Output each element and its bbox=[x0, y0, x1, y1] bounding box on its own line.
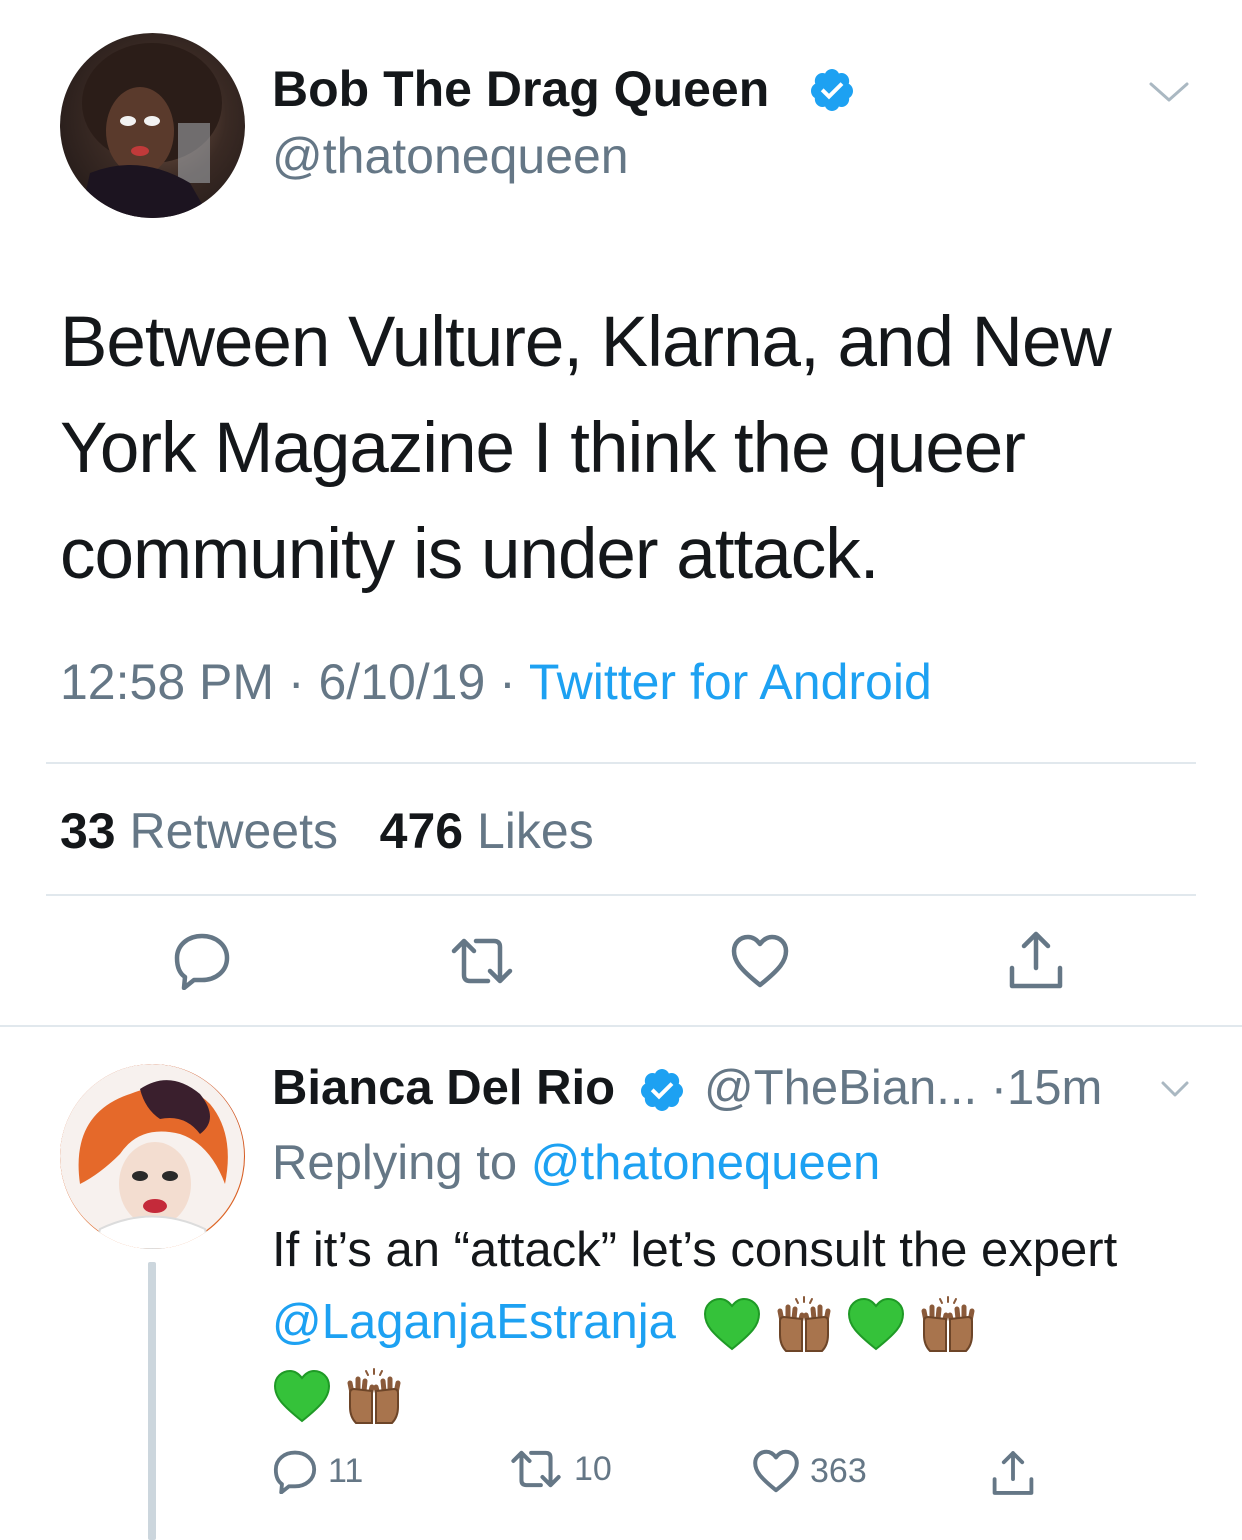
verified-badge-icon bbox=[640, 1069, 683, 1111]
avatar-bianca-del-rio[interactable] bbox=[60, 1064, 245, 1249]
tweet-meta: 12:58 PM · 6/10/19 · Twitter for Android bbox=[60, 653, 932, 711]
tweet-text: Between Vulture, Klarna, and New York Ma… bbox=[60, 303, 1112, 594]
reply-like-button[interactable]: 363 bbox=[752, 1448, 867, 1494]
green-heart-icon bbox=[703, 1298, 760, 1351]
reply-handle-time[interactable]: @TheBian... ·15m bbox=[704, 1060, 1102, 1116]
chevron-down-icon[interactable] bbox=[1148, 76, 1190, 106]
replying-to: Replying to @thatonequeen bbox=[272, 1135, 880, 1191]
divider bbox=[46, 762, 1196, 764]
display-name[interactable]: Bob The Drag Queen bbox=[272, 60, 769, 118]
likes-count: 476 bbox=[379, 803, 464, 859]
replying-to-mention-link[interactable]: @thatonequeen bbox=[531, 1136, 880, 1190]
tweet-date: 6/10/19 bbox=[318, 654, 486, 710]
meta-separator: · bbox=[274, 654, 319, 710]
mention-link[interactable]: @LaganjaEstranja bbox=[272, 1295, 676, 1349]
retweets-label: Retweets bbox=[129, 803, 338, 859]
retweets-count: 33 bbox=[60, 803, 116, 859]
reply-share-button[interactable] bbox=[990, 1448, 1046, 1498]
reply-display-name-text: Bianca Del Rio bbox=[272, 1061, 616, 1115]
likes-stat[interactable]: 476 Likes bbox=[380, 803, 594, 859]
verified-badge-icon bbox=[810, 69, 853, 111]
thread-connector-line bbox=[148, 1262, 156, 1540]
reply-text-body: If it’s an “attack” let’s consult the ex… bbox=[272, 1223, 1118, 1277]
avatar-bob-the-drag-queen[interactable] bbox=[60, 33, 245, 218]
reply-count: 11 bbox=[328, 1451, 364, 1490]
like-count: 363 bbox=[810, 1451, 867, 1490]
reply-icon[interactable] bbox=[172, 930, 232, 990]
divider bbox=[0, 1025, 1242, 1027]
raising-hands-icon bbox=[777, 1296, 831, 1353]
divider bbox=[46, 894, 1196, 896]
green-heart-icon bbox=[273, 1370, 331, 1423]
meta-separator: · bbox=[485, 654, 529, 710]
reply-icon bbox=[273, 1450, 317, 1494]
tweet-source-link[interactable]: Twitter for Android bbox=[529, 654, 932, 710]
retweet-icon[interactable] bbox=[448, 935, 516, 987]
share-icon[interactable] bbox=[1006, 928, 1066, 992]
reply-display-name[interactable]: Bianca Del Rio bbox=[272, 1060, 615, 1116]
likes-label: Likes bbox=[477, 803, 594, 859]
retweet-count: 10 bbox=[574, 1449, 612, 1488]
retweets-stat[interactable]: 33 Retweets bbox=[60, 803, 338, 859]
green-heart-icon bbox=[847, 1298, 904, 1351]
share-icon bbox=[992, 1451, 1034, 1495]
replying-prefix: Replying to bbox=[272, 1136, 531, 1190]
reply-retweet-button[interactable]: 10 bbox=[508, 1448, 612, 1490]
tweet-time: 12:58 PM bbox=[60, 654, 275, 710]
raising-hands-icon bbox=[347, 1368, 401, 1425]
user-handle[interactable]: @thatonequeen bbox=[272, 127, 629, 185]
like-heart-icon bbox=[753, 1449, 799, 1493]
tweet-stats: 33 Retweets 476 Likes bbox=[60, 802, 594, 860]
like-heart-icon[interactable] bbox=[730, 933, 790, 989]
reply-text: If it’s an “attack” let’s consult the ex… bbox=[272, 1214, 1202, 1430]
raising-hands-icon bbox=[921, 1296, 975, 1353]
retweet-icon bbox=[511, 1450, 561, 1488]
chevron-down-icon[interactable] bbox=[1160, 1078, 1190, 1100]
reply-reply-button[interactable]: 11 bbox=[272, 1448, 363, 1494]
